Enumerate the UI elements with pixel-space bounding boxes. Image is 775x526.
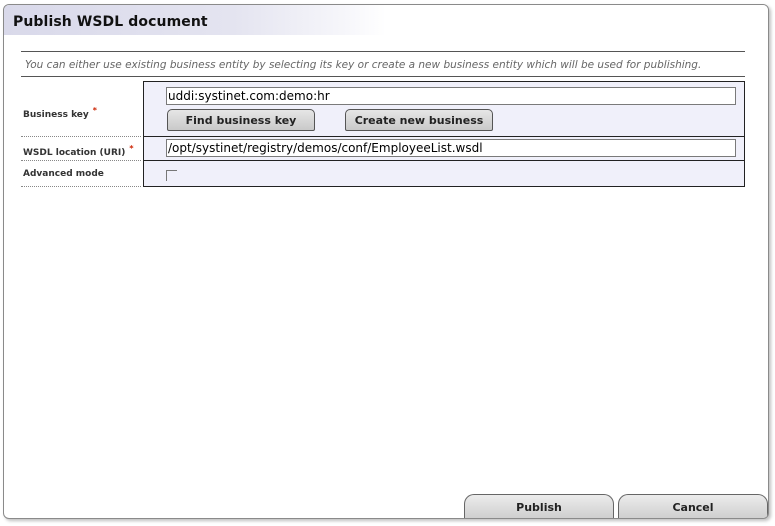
business-key-input[interactable]: uddi:systinet.com:demo:hr [166, 87, 736, 105]
wsdl-location-label: WSDL location (URI) * [23, 144, 134, 158]
wsdl-location-input[interactable]: /opt/systinet/registry/demos/conf/Employ… [166, 139, 736, 157]
advanced-mode-label: Advanced mode [23, 169, 104, 179]
publish-button[interactable]: Publish [464, 494, 614, 518]
cancel-button[interactable]: Cancel [618, 494, 768, 518]
business-key-label: Business key * [23, 106, 97, 120]
publish-wsdl-dialog: Publish WSDL document You can either use… [3, 4, 769, 519]
dialog-titlebar: Publish WSDL document [4, 5, 768, 36]
label-divider [21, 160, 141, 161]
advanced-mode-checkbox[interactable] [166, 170, 177, 181]
hint-divider [21, 76, 745, 77]
required-marker: * [129, 144, 134, 153]
row-divider [143, 136, 745, 137]
required-marker: * [92, 106, 97, 115]
top-divider [21, 51, 745, 52]
label-divider [21, 136, 141, 137]
row-divider [143, 160, 745, 161]
create-new-business-button[interactable]: Create new business [345, 109, 493, 131]
find-business-key-button[interactable]: Find business key [167, 109, 315, 131]
dialog-title: Publish WSDL document [13, 14, 208, 30]
wsdl-location-label-text: WSDL location (URI) [23, 148, 126, 158]
label-divider [21, 186, 141, 187]
business-key-label-text: Business key [23, 110, 89, 120]
publishing-hint: You can either use existing business ent… [25, 59, 702, 71]
